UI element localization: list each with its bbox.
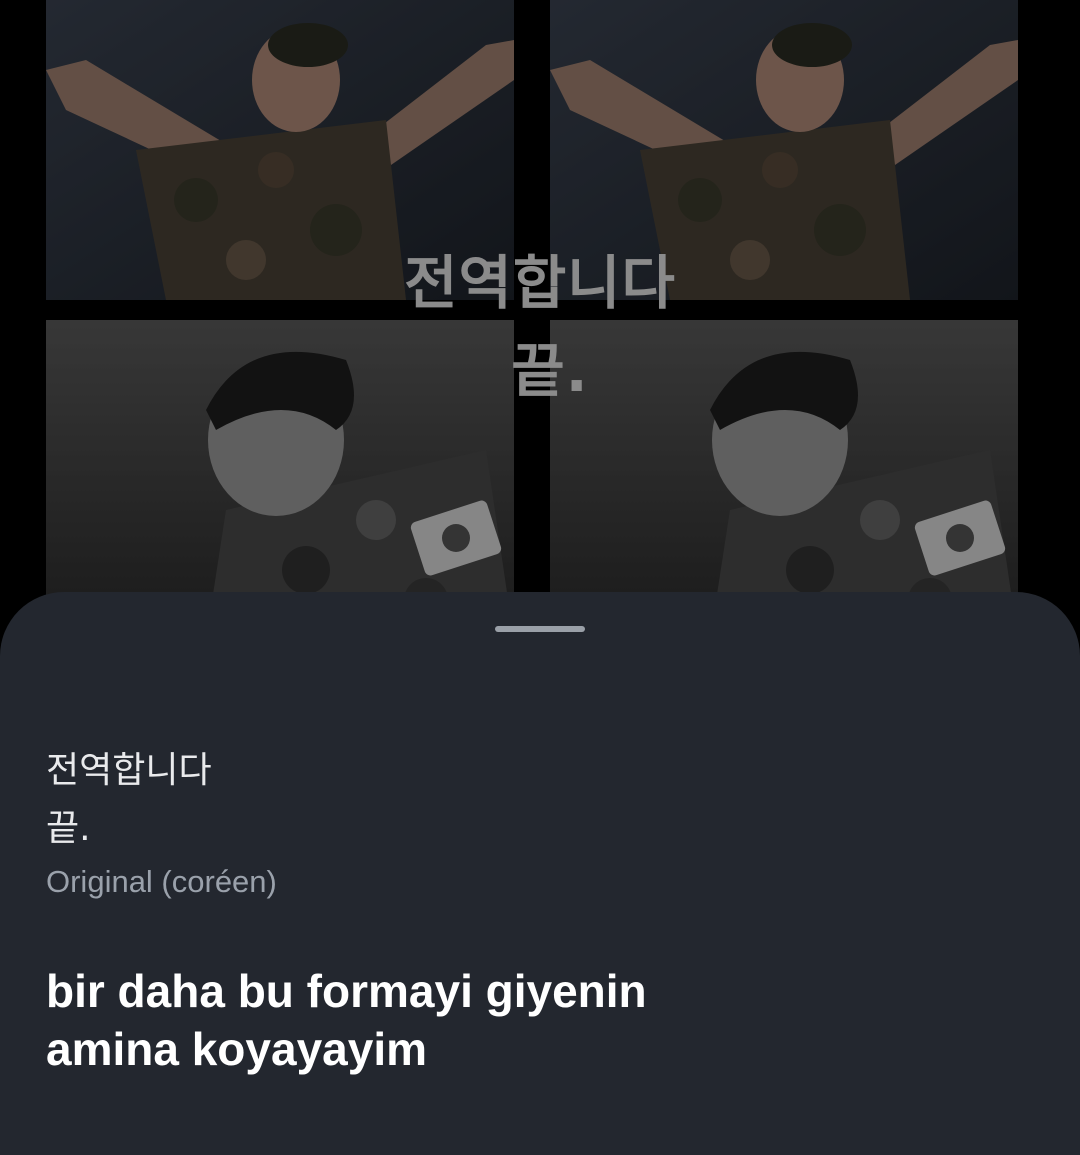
translated-text: bir daha bu formayi giyenin amina koyaya… <box>46 962 1006 1078</box>
translation-bottom-sheet[interactable]: 전역합니다 끝. Original (coréen) bir daha bu f… <box>0 592 1080 1155</box>
translated-text-line-2: amina koyayayim <box>46 1023 428 1075</box>
original-language-label: Original (coréen) <box>46 864 277 899</box>
original-text-line-2: 끝. <box>46 808 91 849</box>
screen: 전역합니다 끝. 전역합니다 끝. Original (coréen) bir … <box>0 0 1080 1155</box>
translated-text-line-1: bir daha bu formayi giyenin <box>46 965 647 1017</box>
original-text-line-1: 전역합니다 <box>46 750 212 791</box>
photo-dim-overlay <box>0 0 1080 640</box>
drag-handle-icon[interactable] <box>495 626 585 632</box>
original-text: 전역합니다 끝. <box>46 742 212 858</box>
photo-collage[interactable]: 전역합니다 끝. <box>0 0 1080 640</box>
